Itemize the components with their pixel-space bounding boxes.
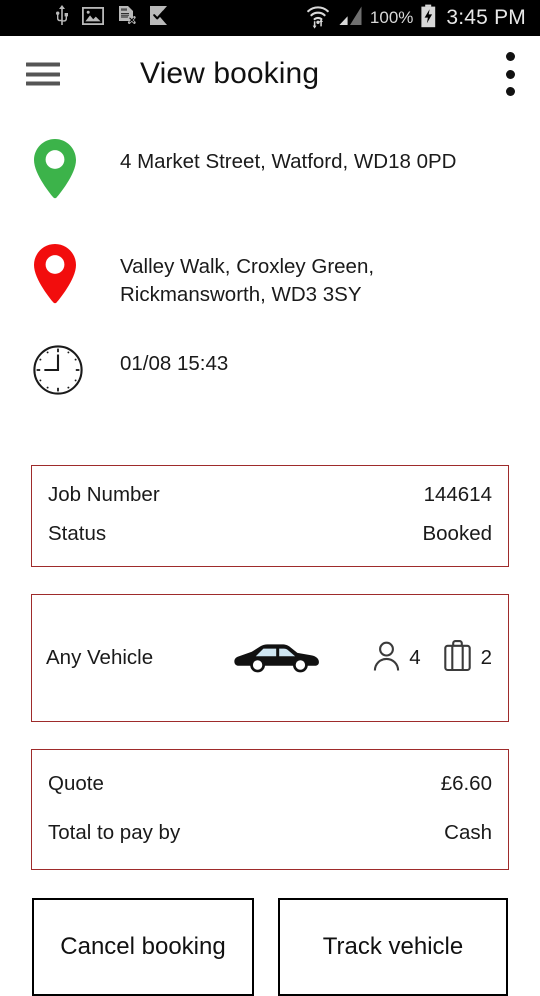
- status-bar-right-icons: 100% 3:45 PM: [306, 3, 532, 34]
- trip-summary: 4 Market Street, Watford, WD18 0PD Valle…: [0, 112, 540, 401]
- quote-row: Quote £6.60: [48, 772, 492, 795]
- hamburger-bar: [26, 72, 60, 76]
- photo-icon: [81, 6, 105, 30]
- quote-value: £6.60: [440, 772, 492, 795]
- overflow-dot: [505, 52, 515, 61]
- overflow-dot: [505, 87, 515, 96]
- passenger-capacity: 4: [373, 641, 421, 676]
- luggage-count: 2: [480, 646, 492, 669]
- app-bar: View booking: [0, 36, 540, 112]
- suitcase-icon: [443, 639, 472, 677]
- booking-time-row: 01/08 15:43: [0, 342, 540, 401]
- payment-method-row: Total to pay by Cash: [48, 820, 492, 844]
- dropoff-row: Valley Walk, Croxley Green, Rickmanswort…: [0, 241, 540, 310]
- overflow-dot: [505, 69, 515, 79]
- status-label: Status: [48, 521, 107, 545]
- map-pin-red-icon: [32, 243, 78, 310]
- action-buttons: Cancel booking Track vehicle: [0, 898, 540, 996]
- time-icon-cell: [32, 342, 120, 401]
- sedan-car-icon: [226, 640, 330, 676]
- status-row: Status Booked: [48, 521, 492, 545]
- quote-card: Quote £6.60 Total to pay by Cash: [31, 749, 509, 870]
- vehicle-capacity: 4 2: [330, 639, 494, 677]
- checkmark-flag-icon: [149, 5, 169, 31]
- hamburger-bar: [26, 62, 60, 67]
- clock-icon: [32, 344, 84, 401]
- hamburger-bar: [26, 81, 60, 86]
- dropoff-address-line1: Valley Walk, Croxley Green,: [120, 255, 375, 278]
- status-badge: Booked: [422, 521, 492, 545]
- page-title: View booking: [140, 57, 320, 90]
- person-icon: [373, 641, 400, 676]
- wifi-icon: [306, 3, 330, 34]
- booking-details-cards: Job Number 144614 Status Booked Any Vehi…: [0, 465, 540, 870]
- track-vehicle-button[interactable]: Track vehicle: [278, 898, 508, 996]
- status-bar-clock: 3:45 PM: [446, 6, 526, 29]
- overflow-menu-icon[interactable]: [502, 52, 518, 96]
- dropoff-icon-cell: [32, 241, 120, 310]
- cell-signal-icon: [337, 4, 363, 33]
- hamburger-menu-icon[interactable]: [26, 62, 60, 86]
- job-number-value: 144614: [423, 483, 492, 506]
- sdcard-removed-icon: [116, 5, 137, 31]
- job-info-card: Job Number 144614 Status Booked: [31, 465, 509, 567]
- booking-time: 01/08 15:43: [120, 352, 229, 375]
- cancel-booking-button[interactable]: Cancel booking: [32, 898, 254, 996]
- pickup-icon-cell: [32, 136, 120, 205]
- payment-method-value: Cash: [444, 820, 492, 844]
- job-number-label: Job Number: [48, 483, 160, 506]
- battery-percent-label: 100%: [369, 8, 414, 27]
- map-pin-green-icon: [32, 138, 78, 205]
- passenger-count: 4: [409, 646, 421, 669]
- status-bar: 100% 3:45 PM: [0, 0, 540, 36]
- battery-charging-icon: [420, 4, 437, 33]
- vehicle-type-label: Any Vehicle: [46, 646, 154, 669]
- status-bar-left-icons: [0, 4, 169, 32]
- dropoff-address-line2: Rickmansworth, WD3 3SY: [120, 283, 362, 306]
- job-number-row: Job Number 144614: [48, 483, 492, 506]
- pickup-address: 4 Market Street, Watford, WD18 0PD: [120, 150, 457, 173]
- luggage-capacity: 2: [443, 639, 492, 677]
- vehicle-card[interactable]: Any Vehicle 4 2: [31, 594, 509, 722]
- pickup-row: 4 Market Street, Watford, WD18 0PD: [0, 136, 540, 205]
- dropoff-address: Valley Walk, Croxley Green, Rickmanswort…: [120, 241, 520, 309]
- usb-icon: [54, 4, 70, 32]
- quote-label: Quote: [48, 772, 104, 795]
- payment-method-label: Total to pay by: [48, 820, 181, 844]
